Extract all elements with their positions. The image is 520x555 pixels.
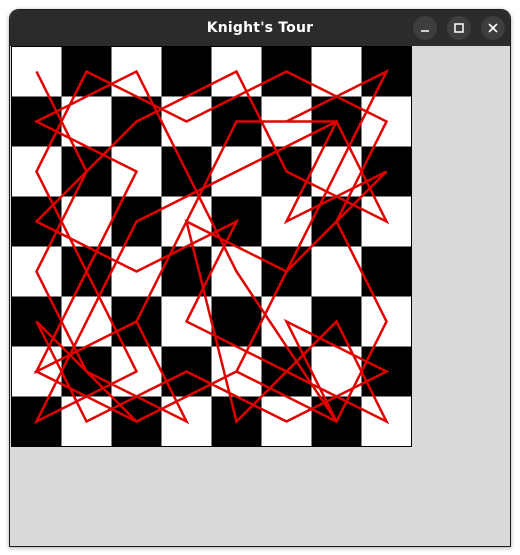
minimize-icon (421, 30, 429, 32)
maximize-icon (454, 23, 464, 33)
chess-board[interactable] (11, 46, 412, 447)
minimize-button[interactable] (413, 16, 437, 40)
title-bar[interactable]: Knight's Tour (10, 10, 510, 46)
maximize-button[interactable] (447, 16, 471, 40)
app-window: Knight's Tour (9, 9, 511, 547)
close-icon (488, 23, 498, 33)
canvas-area (10, 46, 510, 546)
close-button[interactable] (481, 16, 505, 40)
